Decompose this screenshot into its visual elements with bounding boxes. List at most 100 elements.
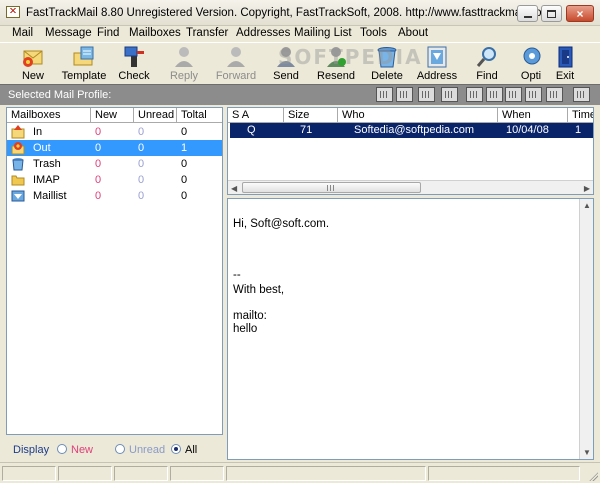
menu-about[interactable]: About <box>398 27 428 39</box>
softpedia-watermark: SOFTPEDIA <box>278 45 423 69</box>
menu-bar: Mail Message Find Mailboxes Transfer Add… <box>0 26 600 42</box>
preview-mailto: mailto: <box>233 310 267 322</box>
app-mail-icon <box>6 6 20 18</box>
display-all-label[interactable]: All <box>185 444 197 456</box>
display-new-radio[interactable] <box>57 444 67 454</box>
title-bar[interactable]: FastTrackMail 8.80 Unregistered Version.… <box>0 0 600 26</box>
status-segment-5 <box>226 466 426 481</box>
col-who[interactable]: Who <box>338 108 498 123</box>
options-button[interactable]: Opti <box>518 43 544 85</box>
col-total[interactable]: Toltal <box>177 108 222 123</box>
menu-addresses[interactable]: Addresses <box>236 27 290 39</box>
message-preview[interactable]: Hi, Soft@soft.com. -- With best, mailto:… <box>227 198 594 460</box>
profile-tool-4-button[interactable] <box>441 87 458 102</box>
mailbox-row-imap[interactable]: IMAP 0 0 0 <box>7 172 222 188</box>
new-button[interactable]: New <box>13 43 53 85</box>
minimize-icon <box>523 15 532 18</box>
mailbox-header: Mailboxes New Unread Toltal <box>7 108 222 123</box>
folder-icon <box>11 173 25 187</box>
mailbox-row-maillist[interactable]: Maillist 0 0 0 <box>7 188 222 204</box>
message-row[interactable]: Q 71 Softedia@softpedia.com 10/04/08 1 <box>230 123 593 138</box>
maillist-icon <box>11 189 25 203</box>
find-button[interactable]: Find <box>470 43 504 85</box>
mailbox-row-trash[interactable]: Trash 0 0 0 <box>7 156 222 172</box>
profile-tool-1-button[interactable] <box>376 87 393 102</box>
find-icon <box>474 45 500 69</box>
col-sa[interactable]: S A <box>228 108 284 123</box>
template-button[interactable]: Template <box>60 43 108 85</box>
menu-mailing-list[interactable]: Mailing List <box>294 27 352 39</box>
menu-mail[interactable]: Mail <box>12 27 33 39</box>
status-segment-6 <box>428 466 580 481</box>
scroll-right-icon[interactable]: ▶ <box>584 184 590 193</box>
profile-tool-5-button[interactable] <box>466 87 483 102</box>
resize-grip-icon[interactable] <box>588 471 598 481</box>
close-icon: × <box>576 6 584 21</box>
col-unread[interactable]: Unread <box>134 108 177 123</box>
grip-icon <box>327 185 336 191</box>
inbox-icon <box>11 125 25 139</box>
maximize-icon <box>547 9 556 18</box>
vertical-scrollbar[interactable]: ▲ ▼ <box>579 199 593 459</box>
menu-mailboxes[interactable]: Mailboxes <box>129 27 181 39</box>
scroll-down-icon[interactable]: ▼ <box>583 448 591 457</box>
mailbox-row-out[interactable]: Out 0 0 1 <box>7 140 222 156</box>
status-segment-1 <box>2 466 56 481</box>
display-all-radio[interactable] <box>171 444 181 454</box>
col-time[interactable]: Time <box>568 108 593 123</box>
exit-button[interactable]: Exit <box>551 43 579 85</box>
col-when[interactable]: When <box>498 108 568 123</box>
close-button[interactable]: × <box>566 5 594 22</box>
status-bar <box>0 462 600 483</box>
profile-tool-2-button[interactable] <box>396 87 413 102</box>
profile-tool-9-button[interactable] <box>546 87 563 102</box>
menu-transfer[interactable]: Transfer <box>186 27 228 39</box>
profile-label: Selected Mail Profile: <box>8 89 112 101</box>
message-list: S A Size Who When Time Q 71 Softedia@sof… <box>227 107 594 195</box>
display-unread-label[interactable]: Unread <box>129 444 165 456</box>
check-mail-icon <box>121 45 147 69</box>
template-icon <box>71 45 97 69</box>
profile-tool-10-button[interactable] <box>573 87 590 102</box>
col-size[interactable]: Size <box>284 108 338 123</box>
minimize-button[interactable] <box>517 5 538 22</box>
options-icon <box>518 45 544 69</box>
profile-tool-6-button[interactable] <box>486 87 503 102</box>
forward-icon <box>223 45 249 69</box>
reply-button[interactable]: Reply <box>165 43 203 85</box>
status-segment-2 <box>58 466 112 481</box>
display-filter: Display New Unread All <box>6 438 223 460</box>
display-unread-radio[interactable] <box>115 444 125 454</box>
mailbox-row-in[interactable]: In 0 0 0 <box>7 124 222 140</box>
status-segment-4 <box>170 466 224 481</box>
col-mailboxes[interactable]: Mailboxes <box>7 108 91 123</box>
reply-icon <box>171 45 197 69</box>
col-new[interactable]: New <box>91 108 134 123</box>
maximize-button[interactable] <box>541 5 562 22</box>
horizontal-scrollbar[interactable]: ◀ ▶ <box>228 180 593 194</box>
preview-signoff: With best, <box>233 284 285 296</box>
profile-tool-8-button[interactable] <box>525 87 542 102</box>
menu-find[interactable]: Find <box>97 27 119 39</box>
exit-icon <box>552 45 578 69</box>
preview-separator: -- <box>233 269 241 281</box>
outbox-icon <box>11 141 25 155</box>
check-button[interactable]: Check <box>115 43 153 85</box>
scroll-thumb[interactable] <box>242 182 421 193</box>
mailbox-list: Mailboxes New Unread Toltal In 0 0 0 Out… <box>6 107 223 435</box>
trash-icon <box>11 157 25 171</box>
profile-bar: Selected Mail Profile: <box>0 84 600 105</box>
profile-tool-7-button[interactable] <box>505 87 522 102</box>
profile-tool-3-button[interactable] <box>418 87 435 102</box>
menu-message[interactable]: Message <box>45 27 92 39</box>
display-new-label[interactable]: New <box>71 444 93 456</box>
scroll-left-icon[interactable]: ◀ <box>231 184 237 193</box>
window-title: FastTrackMail 8.80 Unregistered Version.… <box>26 7 552 19</box>
preview-greeting: Hi, Soft@soft.com. <box>233 218 330 230</box>
menu-tools[interactable]: Tools <box>360 27 387 39</box>
forward-button[interactable]: Forward <box>215 43 257 85</box>
display-label: Display <box>13 444 50 456</box>
preview-body: hello <box>233 323 258 335</box>
scroll-up-icon[interactable]: ▲ <box>583 201 591 210</box>
address-book-icon <box>424 45 450 69</box>
